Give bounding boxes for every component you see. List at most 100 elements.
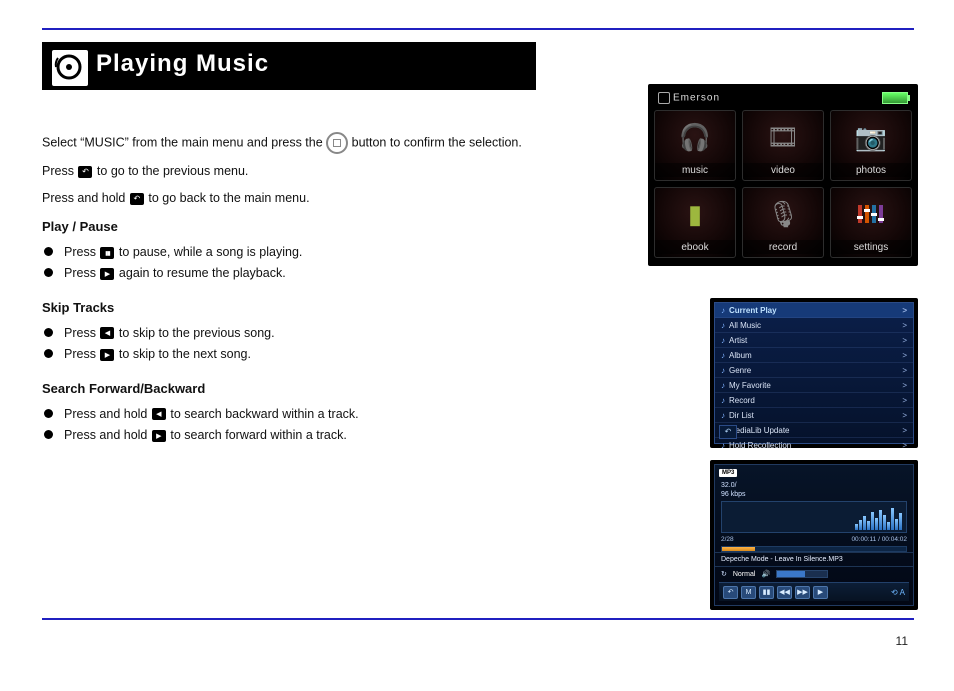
- np-menu-button[interactable]: M: [741, 586, 756, 599]
- eq-bars-icon: [855, 508, 902, 530]
- row-label: Album: [729, 351, 752, 360]
- list-item: Press to pause, while a song is playing.: [42, 243, 602, 262]
- music-list-row[interactable]: ♪All Music>: [715, 318, 913, 333]
- se-2b: to search forward within a track.: [170, 428, 346, 442]
- codec-badge: MP3: [719, 469, 737, 477]
- title-bar: Playing Music: [42, 42, 536, 90]
- forward-icon: [152, 430, 166, 442]
- np-back-button[interactable]: ↶: [723, 586, 738, 599]
- device-main-menu: Emerson 🎧 music 🎞 video 📷 photos ▮ ebook…: [648, 84, 918, 266]
- row-label: All Music: [729, 321, 761, 330]
- tile-label: photos: [831, 163, 911, 177]
- row-icon: ♪: [721, 336, 725, 345]
- ab-loop[interactable]: ⟲A: [891, 588, 905, 597]
- np-pause-button[interactable]: ▮▮: [759, 586, 774, 599]
- row-icon: ♪: [721, 411, 725, 420]
- now-playing-screen: MP3 32.0/ 96 kbps 2/28 00:00:11 / 00:04:…: [710, 460, 918, 610]
- music-list-row[interactable]: ♪ Artist >: [715, 333, 913, 348]
- microphone-icon: 🎙: [766, 188, 799, 240]
- list-item: Press and hold to search forward within …: [42, 426, 602, 445]
- repeat-icon[interactable]: ↻: [721, 570, 727, 578]
- title-bar-label: Playing Music: [96, 50, 269, 78]
- np-bitrate: 32.0/ 96 kbps: [715, 481, 913, 499]
- music-list-screen: ♪Current Play>♪All Music>♪Artist>♪Album>…: [710, 298, 918, 448]
- music-list-row[interactable]: ♪My Favorite>: [715, 378, 913, 393]
- row-label: Dir List: [729, 411, 754, 420]
- row-icon: ♪: [721, 351, 725, 360]
- music-list-row[interactable]: ♪Dir List>: [715, 408, 913, 423]
- chevron-right-icon: >: [902, 426, 907, 435]
- headphones-icon: 🎧: [679, 111, 711, 163]
- chevron-right-icon: >: [902, 306, 907, 315]
- tile-label: record: [743, 240, 823, 254]
- row-label: Record: [729, 396, 755, 405]
- music-list-row[interactable]: ♪Genre>: [715, 363, 913, 378]
- time-total: 00:04:02: [882, 536, 907, 543]
- row-icon: ♪: [721, 306, 725, 315]
- row-label: Genre: [729, 366, 751, 375]
- progress-bar[interactable]: [721, 546, 907, 552]
- rewind-icon: [152, 408, 166, 420]
- tile-record[interactable]: 🎙 record: [742, 187, 824, 258]
- tile-label: ebook: [655, 240, 735, 254]
- volume-bar[interactable]: [776, 570, 828, 578]
- tile-ebook[interactable]: ▮ ebook: [654, 187, 736, 258]
- main-menu-grid: 🎧 music 🎞 video 📷 photos ▮ ebook 🎙 recor…: [654, 110, 912, 258]
- prev-icon: [100, 327, 114, 339]
- list-item: Press to skip to the next song.: [42, 345, 602, 364]
- heading-skip: Skip Tracks: [42, 298, 602, 318]
- music-list-row[interactable]: ♪ Album >: [715, 348, 913, 363]
- bitrate-line2: 96 kbps: [721, 490, 907, 499]
- np-next-button[interactable]: ▶▶: [795, 586, 810, 599]
- chevron-right-icon: >: [902, 396, 907, 405]
- sk-1a: Press: [64, 326, 99, 340]
- eq-mode[interactable]: Normal: [733, 571, 756, 578]
- music-list-row[interactable]: ♪Current Play>: [715, 303, 913, 318]
- battery-icon: [882, 92, 908, 104]
- page-number: 11: [896, 634, 908, 648]
- se-2a: Press and hold: [64, 428, 151, 442]
- row-label: MediaLib Update: [729, 426, 789, 435]
- device-status-bar: Emerson: [654, 90, 912, 106]
- np-counter-row: 2/28 00:00:11 / 00:04:02: [715, 535, 913, 543]
- chevron-right-icon: >: [902, 366, 907, 375]
- pp-1b: to pause, while a song is playing.: [119, 245, 302, 259]
- np-track-counter: 2/28: [721, 536, 734, 543]
- chevron-right-icon: >: [902, 351, 907, 360]
- music-list-row[interactable]: ♪MediaLib Update>: [715, 423, 913, 438]
- intro-line-1: Select “MUSIC” from the main menu and pr…: [42, 132, 602, 154]
- np-status-row: ↻ Normal 🔊: [715, 567, 913, 581]
- intro-2b: to go to the previous menu.: [97, 164, 248, 178]
- row-icon: ♪: [721, 396, 725, 405]
- heading-play-pause: Play / Pause: [42, 217, 602, 237]
- next-icon: [100, 349, 114, 361]
- tile-photos[interactable]: 📷 photos: [830, 110, 912, 181]
- brand-text: Emerson: [673, 93, 720, 104]
- chevron-right-icon: >: [902, 336, 907, 345]
- tile-settings[interactable]: settings: [830, 187, 912, 258]
- tile-label: settings: [831, 240, 911, 254]
- np-play-button[interactable]: ▶: [813, 586, 828, 599]
- pause-icon: [100, 247, 114, 259]
- row-label: Artist: [729, 336, 747, 345]
- intro-3b: to go back to the main menu.: [148, 191, 309, 205]
- np-control-bar: ↶M▮▮◀◀▶▶▶ ⟲A: [719, 582, 909, 601]
- back-icon: [78, 166, 92, 178]
- row-label: Hold Recollection: [729, 441, 791, 449]
- back-icon: [130, 193, 144, 205]
- music-list-row[interactable]: ♪ Record >: [715, 393, 913, 408]
- tile-video[interactable]: 🎞 video: [742, 110, 824, 181]
- tile-music[interactable]: 🎧 music: [654, 110, 736, 181]
- np-prev-button[interactable]: ◀◀: [777, 586, 792, 599]
- camera-icon: 📷: [855, 111, 887, 163]
- volume-icon[interactable]: 🔊: [761, 570, 770, 578]
- music-list-row[interactable]: ♪Hold Recollection>: [715, 438, 913, 448]
- se-1b: to search backward within a track.: [170, 407, 358, 421]
- back-corner-icon[interactable]: ↶: [719, 425, 737, 439]
- book-icon: ▮: [688, 188, 702, 240]
- time-elapsed: 00:00:11: [851, 536, 876, 543]
- row-label: My Favorite: [729, 381, 771, 390]
- row-icon: ♪: [721, 381, 725, 390]
- enter-button-icon: [326, 132, 348, 154]
- pp-1a: Press: [64, 245, 99, 259]
